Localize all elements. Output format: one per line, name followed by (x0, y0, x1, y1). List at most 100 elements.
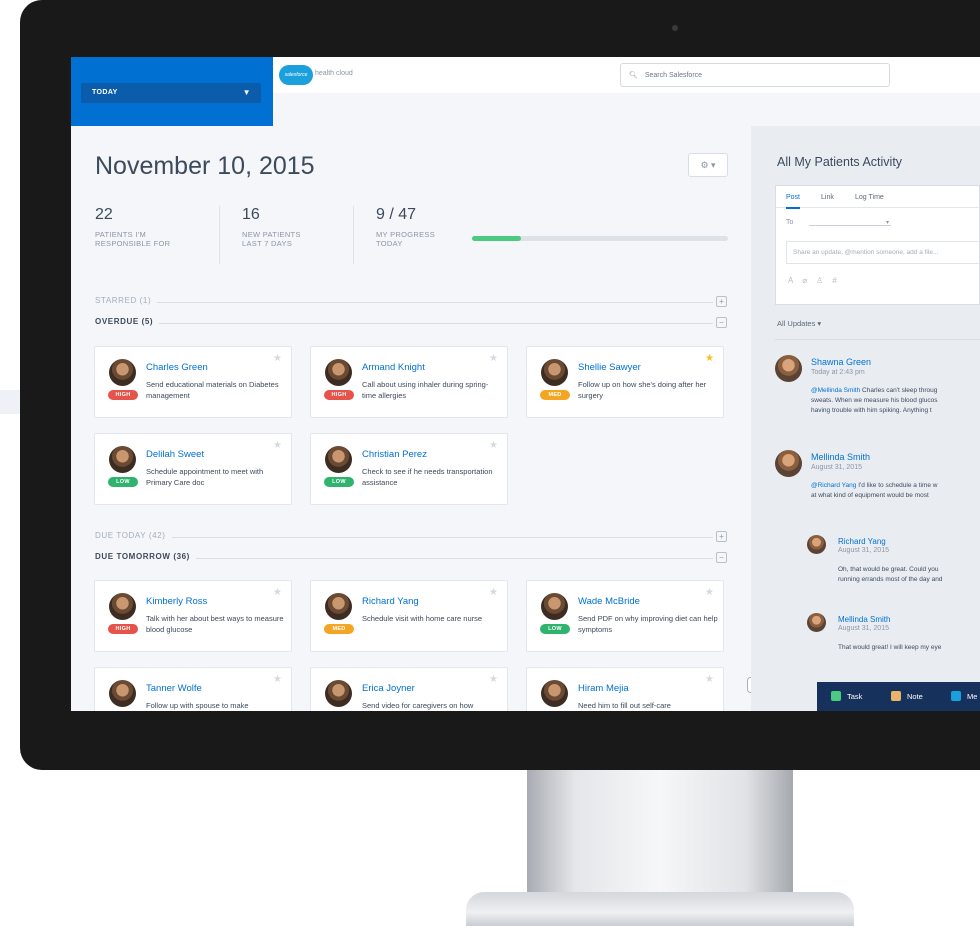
avatar (541, 359, 568, 386)
new-note-button[interactable]: Note (891, 691, 923, 701)
new-task-button[interactable]: Task (831, 691, 862, 701)
feed-body: @Richard Yang I'd like to schedule a tim… (811, 482, 938, 499)
caret-down-icon[interactable]: ▾ (886, 219, 889, 226)
patient-card[interactable]: Hiram Mejia Need him to fill out self-car… (526, 667, 724, 711)
star-icon[interactable]: ★ (273, 440, 282, 451)
avatar[interactable] (775, 355, 802, 382)
star-icon[interactable]: ★ (489, 353, 498, 364)
mention-link[interactable]: @Mellinda Smith (811, 387, 860, 394)
patient-name-link[interactable]: Christian Perez (362, 449, 427, 460)
feed-author[interactable]: Mellinda Smith (811, 452, 870, 462)
avatar (325, 593, 352, 620)
patient-name-link[interactable]: Shellie Sawyer (578, 362, 641, 373)
patient-card[interactable]: HIGH Armand Knight Call about using inhale… (310, 346, 508, 418)
task-description: Schedule appointment to meet with Primar… (146, 467, 264, 487)
patient-name-link[interactable]: Hiram Mejia (578, 683, 629, 694)
health-cloud-label: health cloud (315, 70, 353, 77)
text-format-icon[interactable]: A (788, 276, 802, 285)
section-overdue[interactable]: OVERDUE (5) − (95, 317, 727, 329)
avatar[interactable] (807, 613, 826, 632)
monitor-base (466, 892, 854, 926)
section-starred[interactable]: STARRED (1) + (95, 296, 727, 308)
feed-item: Shawna Green Today at 2:43 pm @Mellinda … (775, 355, 980, 415)
star-icon[interactable]: ★ (705, 674, 714, 685)
patient-name-link[interactable]: Erica Joyner (362, 683, 415, 694)
stat-value: 9 / 47 (376, 206, 417, 223)
settings-button[interactable]: ⚙ ▾ (688, 153, 728, 177)
patient-name-link[interactable]: Kimberly Ross (146, 596, 207, 607)
search-icon: 🔍︎ (629, 72, 638, 79)
patient-name-link[interactable]: Tanner Wolfe (146, 683, 202, 694)
attach-link-icon[interactable]: ⌀ (802, 276, 816, 285)
search-input[interactable]: 🔍︎ Search Salesforce (620, 63, 890, 87)
avatar (109, 446, 136, 473)
patient-card[interactable]: HIGH Kimberly Ross Talk with her about bes… (94, 580, 292, 652)
patient-card[interactable]: LOW Wade McBride Send PDF on why improving… (526, 580, 724, 652)
star-icon[interactable]: ★ (489, 674, 498, 685)
share-update-input[interactable]: Share an update, @mention someone, add a… (786, 241, 980, 264)
hashtag-icon[interactable]: # (832, 276, 845, 285)
avatar[interactable] (807, 535, 826, 554)
star-icon[interactable]: ★ (489, 440, 498, 451)
to-label: To (786, 219, 794, 226)
star-icon[interactable]: ★ (705, 353, 714, 364)
stat-value: 16 (242, 206, 260, 223)
patient-name-link[interactable]: Charles Green (146, 362, 208, 373)
task-description: Schedule visit with home care nurse (362, 614, 483, 623)
feed-item: Mellinda Smith August 31, 2015 @Richard … (775, 450, 980, 510)
collapse-icon[interactable]: − (716, 552, 727, 563)
mention-link[interactable]: @Richard Yang (811, 482, 856, 489)
utility-bar: Task Note Me (817, 682, 980, 711)
checkbox-icon (831, 691, 841, 701)
feed-author[interactable]: Shawna Green (811, 357, 871, 367)
section-due-tomorrow[interactable]: DUE TOMORROW (36) − (95, 552, 727, 564)
section-due-today[interactable]: DUE TODAY (42) + (95, 531, 727, 543)
tab-post[interactable]: Post (786, 194, 801, 209)
view-select[interactable]: TODAY ▼ (81, 83, 261, 103)
utility-button[interactable]: Me (951, 691, 977, 701)
stat-new-patients: 16 NEW PATIENTS LAST 7 DAYS (242, 206, 342, 248)
patient-card[interactable]: Erica Joyner Send video for caregivers on… (310, 667, 508, 711)
feed-date: Today at 2:43 pm (811, 369, 865, 376)
collapse-icon[interactable]: − (716, 317, 727, 328)
star-icon[interactable]: ★ (273, 587, 282, 598)
patient-card[interactable]: MED Shellie Sawyer Follow up on how she's … (526, 346, 724, 418)
priority-badge: MED (540, 390, 570, 400)
expand-icon[interactable]: + (716, 531, 727, 542)
monitor-stand (527, 770, 793, 892)
priority-badge: HIGH (108, 390, 138, 400)
updates-filter[interactable]: All Updates ▾ (777, 319, 821, 328)
salesforce-logo[interactable]: salesforce (279, 65, 313, 85)
tab-log-time[interactable]: Log Time (855, 194, 884, 201)
avatar[interactable] (775, 450, 802, 477)
patient-name-link[interactable]: Wade McBride (578, 596, 640, 607)
patient-name-link[interactable]: Richard Yang (362, 596, 419, 607)
star-icon[interactable]: ★ (273, 353, 282, 364)
app-screen: salesforce health cloud 🔍︎ Search Salesf… (71, 57, 980, 711)
expand-icon[interactable]: + (716, 296, 727, 307)
task-description: Follow up with spouse to make (146, 701, 249, 710)
patient-name-link[interactable]: Armand Knight (362, 362, 425, 373)
patient-card[interactable]: Tanner Wolfe Follow up with spouse to mak… (94, 667, 292, 711)
star-icon[interactable]: ★ (273, 674, 282, 685)
comment-author[interactable]: Richard Yang (838, 537, 886, 546)
patient-card[interactable]: LOW Christian Perez Check to see if he nee… (310, 433, 508, 505)
stat-label: PATIENTS I'M RESPONSIBLE FOR (95, 230, 171, 248)
tab-link[interactable]: Link (821, 194, 834, 201)
mention-person-icon[interactable]: ♙ (816, 276, 832, 285)
monitor-mockup: salesforce health cloud 🔍︎ Search Salesf… (0, 0, 980, 926)
patient-card[interactable]: HIGH Charles Green Send educational materi… (94, 346, 292, 418)
divider (219, 206, 220, 264)
to-field[interactable] (809, 225, 891, 226)
avatar (541, 680, 568, 707)
patient-card[interactable]: MED Richard Yang Schedule visit with home … (310, 580, 508, 652)
star-icon[interactable]: ★ (489, 587, 498, 598)
patient-card[interactable]: LOW Delilah Sweet Schedule appointment to … (94, 433, 292, 505)
star-icon[interactable]: ★ (705, 587, 714, 598)
section-rule (95, 323, 713, 324)
task-description: Send video for caregivers on how (362, 701, 474, 710)
priority-badge: LOW (540, 624, 570, 634)
patient-name-link[interactable]: Delilah Sweet (146, 449, 204, 460)
stat-progress: 9 / 47 MY PROGRESS TODAY (376, 206, 476, 248)
comment-author[interactable]: Mellinda Smith (838, 615, 890, 624)
